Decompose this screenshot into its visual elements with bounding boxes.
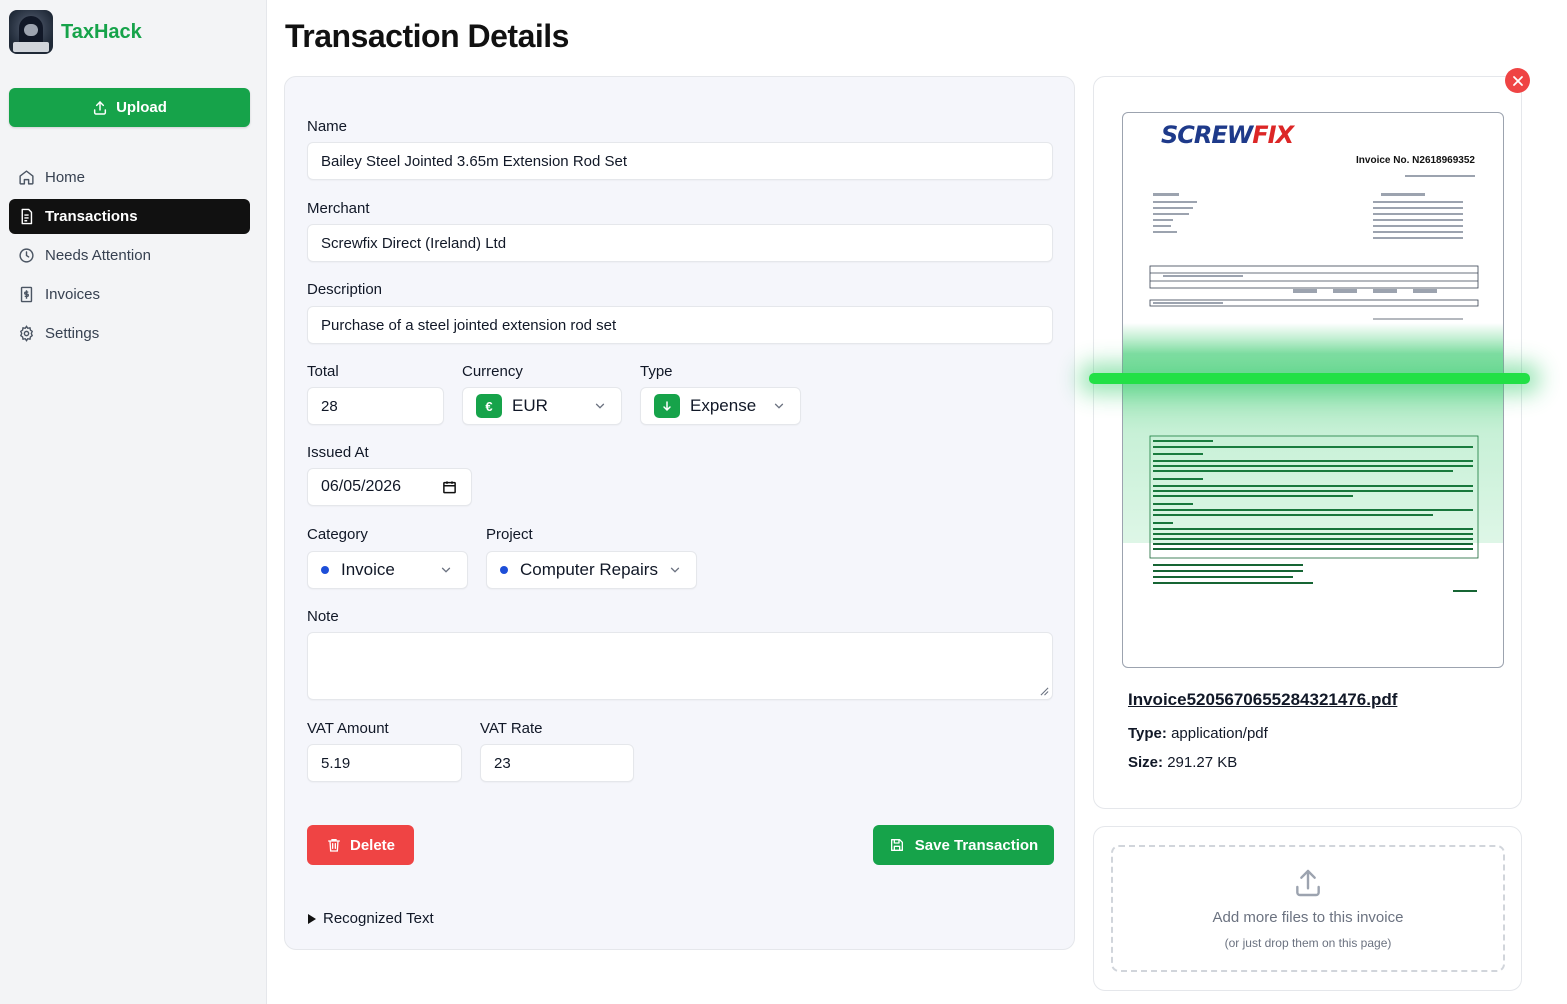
issued-at-value: 06/05/2026 (321, 478, 402, 495)
dropzone-subtitle: (or just drop them on this page) (1224, 936, 1392, 950)
name-label: Name (307, 118, 348, 135)
home-icon (19, 170, 34, 185)
scan-line (1089, 373, 1530, 384)
recognized-text-toggle[interactable]: Recognized Text (307, 910, 434, 927)
project-label: Project (486, 526, 533, 543)
invoice-file-link[interactable]: Invoice5205670655284321476.pdf (1128, 690, 1397, 710)
sidebar: TaxHack Upload Home Transactions Needs A… (0, 0, 267, 1004)
chevron-down-icon (595, 403, 605, 409)
triangle-right-icon (308, 913, 316, 924)
sidebar-item-invoices[interactable]: Invoices (9, 277, 250, 312)
name-input[interactable]: Bailey Steel Jointed 3.65m Extension Rod… (307, 142, 1053, 180)
total-label: Total (307, 363, 339, 380)
sidebar-item-home[interactable]: Home (9, 160, 250, 195)
project-value: Computer Repairs (520, 560, 658, 579)
close-icon (1512, 75, 1523, 86)
sidebar-item-label: Settings (45, 325, 100, 342)
issued-at-label: Issued At (307, 444, 369, 461)
issued-at-input[interactable]: 06/05/2026 (307, 468, 472, 506)
total-input[interactable]: 28 (307, 387, 444, 425)
upload-icon (1296, 869, 1320, 897)
file-type: Type: application/pdf (1128, 725, 1268, 742)
save-label: Save Transaction (914, 836, 1039, 854)
category-color-dot (321, 566, 329, 574)
invoice-preview-card: SCREWFIX Invoice No. N2618969352 Invoice… (1093, 76, 1522, 809)
app-name: TaxHack (61, 20, 142, 43)
chevron-down-icon (774, 403, 784, 409)
sidebar-item-transactions[interactable]: Transactions (9, 199, 250, 234)
upload-button[interactable]: Upload (9, 88, 250, 127)
category-value: Invoice (341, 560, 395, 579)
receipt-icon (21, 208, 33, 225)
delete-label: Delete (349, 836, 396, 854)
gear-icon (19, 325, 34, 342)
project-color-dot (500, 566, 508, 574)
vat-amount-label: VAT Amount (307, 720, 389, 737)
currency-value: EUR (512, 396, 548, 415)
delete-button[interactable]: Delete (307, 825, 414, 865)
file-dropzone[interactable]: Add more files to this invoice (or just … (1111, 845, 1505, 972)
description-input[interactable]: Purchase of a steel jointed extension ro… (307, 306, 1053, 344)
vat-rate-input[interactable]: 23 (480, 744, 634, 782)
invoice-document-preview[interactable]: SCREWFIX Invoice No. N2618969352 (1122, 112, 1504, 668)
upload-icon (94, 100, 107, 115)
sidebar-nav: Home Transactions Needs Attention Invoic… (9, 160, 250, 355)
vat-amount-input[interactable]: 5.19 (307, 744, 462, 782)
euro-icon: € (476, 394, 502, 418)
note-textarea[interactable] (307, 632, 1053, 700)
resize-handle-icon[interactable] (1040, 687, 1049, 696)
chevron-down-icon (670, 567, 680, 573)
sidebar-item-label: Needs Attention (45, 247, 151, 264)
add-files-card: Add more files to this invoice (or just … (1093, 826, 1522, 991)
sidebar-item-label: Home (45, 169, 86, 186)
page-title: Transaction Details (285, 18, 569, 54)
sidebar-item-label: Invoices (45, 286, 101, 303)
category-select[interactable]: Invoice (307, 551, 468, 589)
save-icon (890, 839, 903, 851)
merchant-input[interactable]: Screwfix Direct (Ireland) Ltd (307, 224, 1053, 262)
transaction-form: Name Bailey Steel Jointed 3.65m Extensio… (284, 76, 1075, 950)
close-preview-button[interactable] (1505, 68, 1530, 93)
upload-label: Upload (116, 99, 167, 116)
app-logo (9, 10, 53, 54)
invoice-icon (20, 286, 33, 303)
type-value: Expense (690, 396, 757, 415)
file-size: Size: 291.27 KB (1128, 754, 1238, 771)
currency-label: Currency (462, 363, 523, 380)
currency-select[interactable]: € EUR (462, 387, 622, 425)
category-label: Category (307, 526, 368, 543)
merchant-label: Merchant (307, 200, 370, 217)
recognized-text-label: Recognized Text (323, 910, 434, 927)
scan-glow (1123, 323, 1503, 543)
calendar-icon[interactable] (442, 480, 457, 495)
brand[interactable]: TaxHack (9, 10, 142, 54)
dropzone-title: Add more files to this invoice (1212, 909, 1404, 926)
trash-icon (327, 839, 340, 852)
sidebar-item-settings[interactable]: Settings (9, 316, 250, 351)
vat-rate-label: VAT Rate (480, 720, 543, 737)
type-label: Type (640, 363, 673, 380)
note-label: Note (307, 608, 339, 625)
save-transaction-button[interactable]: Save Transaction (873, 825, 1054, 865)
sidebar-item-label: Transactions (45, 208, 138, 225)
chevron-down-icon (441, 567, 451, 573)
type-select[interactable]: Expense (640, 387, 801, 425)
clock-alert-icon (19, 248, 34, 263)
description-label: Description (307, 281, 383, 298)
project-select[interactable]: Computer Repairs (486, 551, 697, 589)
sidebar-item-needs-attention[interactable]: Needs Attention (9, 238, 250, 273)
arrow-down-icon (654, 394, 680, 418)
